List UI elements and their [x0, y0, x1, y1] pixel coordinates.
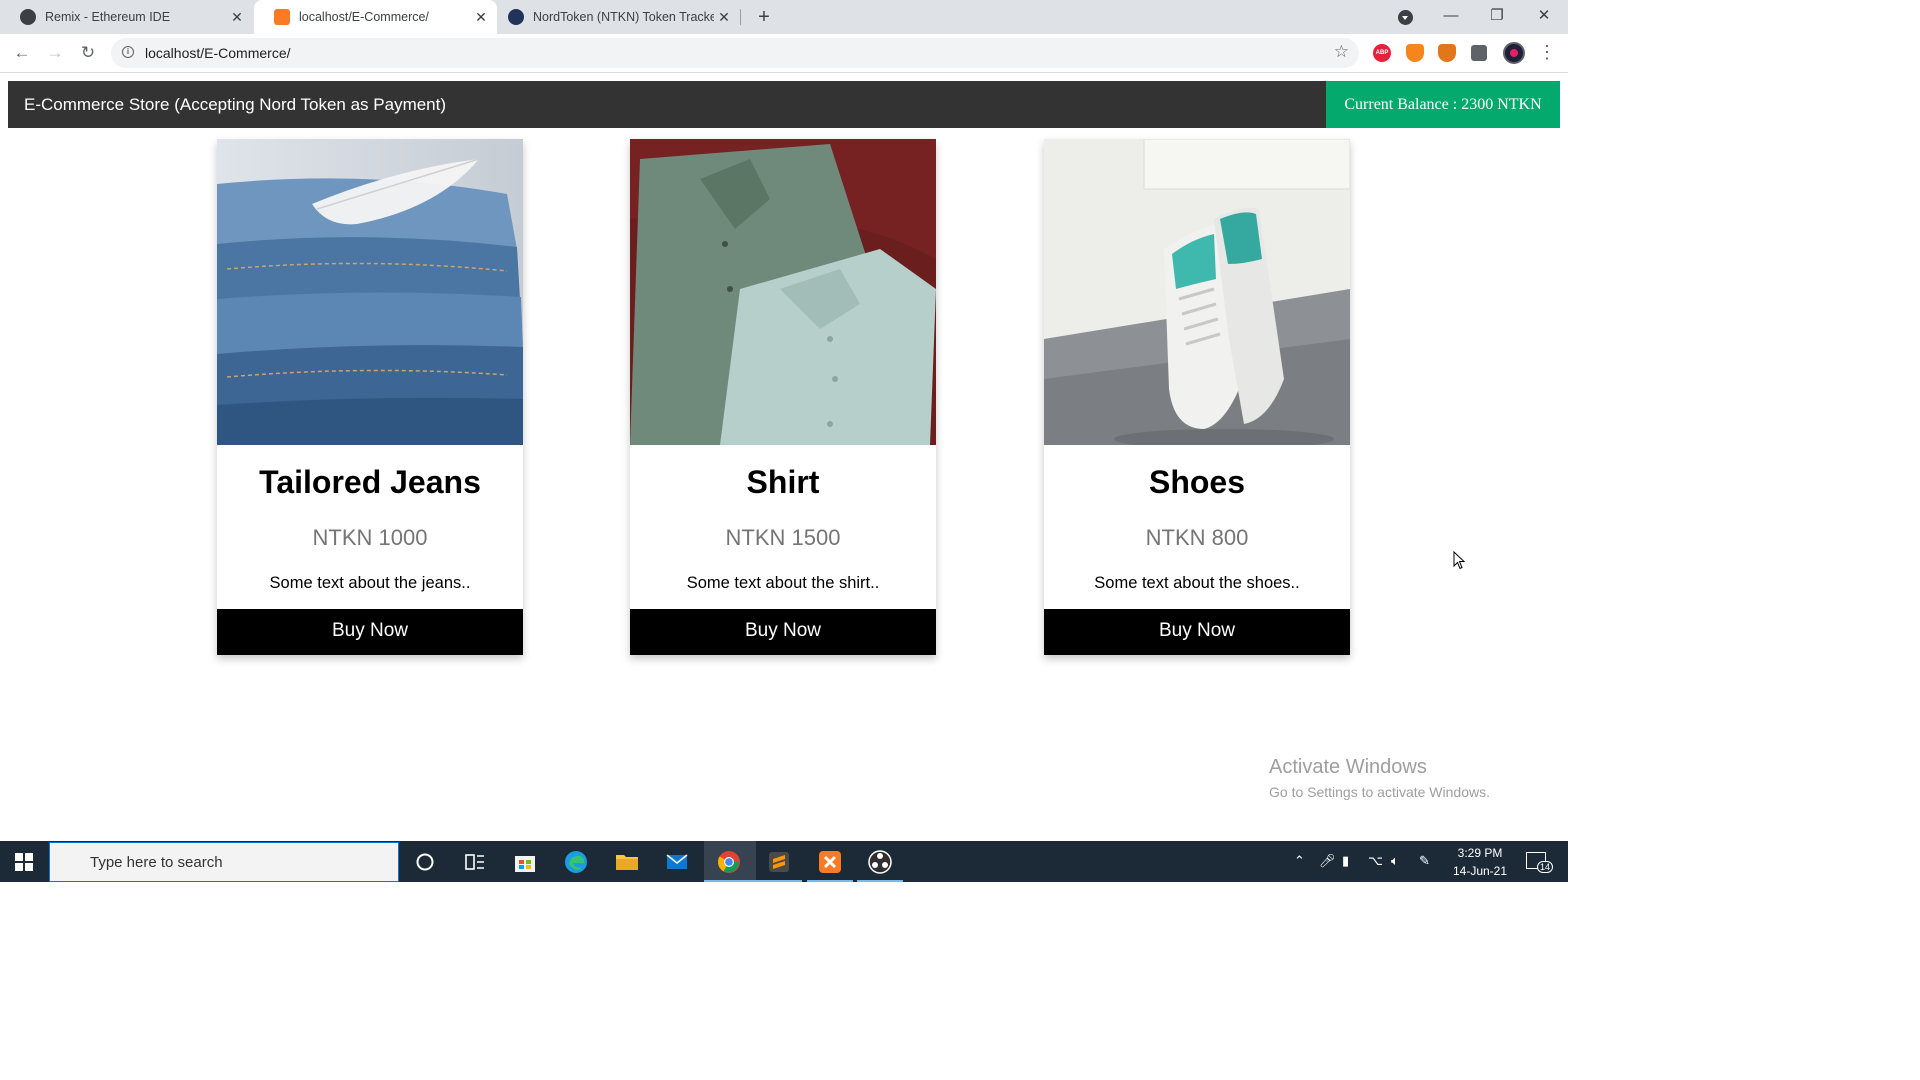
balance-badge: Current Balance : 2300 NTKN — [1326, 81, 1560, 128]
minimize-button[interactable]: — — [1428, 0, 1474, 34]
profile-avatar[interactable] — [1503, 42, 1525, 64]
wifi-icon[interactable]: ⌥ — [1368, 853, 1383, 869]
system-clock[interactable]: 3:29 PM 14-Jun-21 — [1448, 844, 1512, 880]
bookmark-star-icon[interactable]: ☆ — [1334, 42, 1349, 62]
pen-workspace-icon[interactable]: ✎ — [1419, 853, 1430, 869]
mail-icon[interactable] — [664, 849, 690, 875]
product-price: NTKN 1500 — [725, 525, 841, 550]
microphone-icon[interactable]: 🎤︎ — [1319, 853, 1336, 869]
shirt-product-image — [630, 139, 936, 445]
buy-now-button[interactable]: Buy Now — [630, 609, 936, 655]
store-header: E-Commerce Store (Accepting Nord Token a… — [8, 81, 1560, 128]
back-arrow-icon[interactable]: ← — [9, 40, 35, 66]
product-card-shirt: Shirt NTKN 1500 Some text about the shir… — [630, 139, 936, 655]
task-view-icon[interactable] — [462, 849, 488, 875]
xampp-icon[interactable] — [817, 849, 843, 875]
tab-title: Remix - Ethereum IDE — [45, 10, 171, 24]
product-name: Tailored Jeans — [259, 464, 481, 500]
etherscan-favicon-icon — [508, 9, 524, 25]
more-menu-icon[interactable]: ⋮ — [1537, 42, 1557, 62]
show-hidden-icons-chevron-icon[interactable]: ⌃ — [1294, 853, 1305, 869]
product-description: Some text about the jeans.. — [269, 574, 471, 592]
tab-title: localhost/E-Commerce/ — [299, 10, 429, 24]
watermark-title: Activate Windows — [1269, 756, 1427, 778]
adblock-plus-icon[interactable]: ABP — [1373, 44, 1391, 62]
product-description: Some text about the shirt.. — [686, 574, 880, 592]
watermark-subtitle: Go to Settings to activate Windows. — [1269, 784, 1490, 800]
metamask-fox-icon[interactable] — [1438, 44, 1456, 62]
restore-button[interactable]: ❐ — [1474, 0, 1520, 34]
browser-tab-strip: Remix - Ethereum IDE ✕ localhost/E-Comme… — [0, 0, 1568, 34]
tab-search-icon[interactable] — [1398, 10, 1413, 25]
taskbar-search-box[interactable]: Type here to search — [49, 842, 399, 882]
remix-favicon-icon — [20, 9, 36, 25]
product-description: Some text about the shoes.. — [1094, 574, 1300, 592]
product-card-jeans: Tailored Jeans NTKN 1000 Some text about… — [217, 139, 523, 655]
forward-arrow-icon[interactable]: → — [42, 40, 68, 66]
site-info-icon[interactable]: i — [122, 46, 134, 58]
shoes-product-image — [1044, 139, 1350, 445]
extensions-puzzle-icon[interactable] — [1471, 45, 1487, 61]
chrome-icon[interactable] — [716, 849, 742, 875]
product-name: Shirt — [746, 464, 820, 500]
close-tab-icon[interactable]: ✕ — [714, 9, 734, 26]
close-tab-icon[interactable]: ✕ — [471, 9, 491, 26]
new-tab-button[interactable]: + — [752, 5, 776, 29]
microsoft-store-icon[interactable] — [512, 849, 538, 875]
clock-date: 14-Jun-21 — [1452, 864, 1508, 878]
metamask-fox-icon[interactable] — [1406, 44, 1424, 62]
edge-browser-icon[interactable] — [563, 849, 589, 875]
tab-ecommerce[interactable]: localhost/E-Commerce/ ✕ — [254, 0, 497, 34]
cortana-icon[interactable] — [412, 849, 438, 875]
active-app-underline — [704, 880, 756, 882]
tab-remix[interactable]: Remix - Ethereum IDE ✕ — [0, 0, 253, 34]
tab-separator — [740, 9, 741, 25]
file-explorer-icon[interactable] — [614, 849, 640, 875]
product-price: NTKN 800 — [1145, 525, 1249, 550]
buy-now-button[interactable]: Buy Now — [217, 609, 523, 655]
xampp-favicon-icon — [274, 9, 290, 25]
reload-icon[interactable]: ↻ — [75, 40, 101, 66]
jeans-product-image — [217, 139, 523, 445]
battery-icon[interactable]: ▮ — [1342, 853, 1349, 869]
clock-time: 3:29 PM — [1457, 846, 1503, 860]
running-app-underline — [756, 880, 802, 882]
product-price: NTKN 1000 — [312, 525, 428, 550]
volume-icon[interactable]: 🔈︎ — [1391, 853, 1399, 869]
address-bar[interactable]: i localhost/E-Commerce/ ☆ — [111, 38, 1359, 68]
sublime-text-icon[interactable] — [766, 849, 792, 875]
notification-center-icon[interactable]: 14 — [1526, 852, 1554, 873]
running-app-underline — [857, 880, 903, 882]
store-title: E-Commerce Store (Accepting Nord Token a… — [24, 95, 447, 114]
activate-windows-watermark: Activate Windows Go to Settings to activ… — [1269, 756, 1490, 800]
running-app-underline — [807, 880, 853, 882]
product-card-shoes: Shoes NTKN 800 Some text about the shoes… — [1044, 139, 1350, 655]
windows-start-icon[interactable] — [15, 853, 33, 871]
url-text[interactable]: localhost/E-Commerce/ — [145, 45, 291, 61]
page-viewport: E-Commerce Store (Accepting Nord Token a… — [0, 73, 1568, 841]
buy-now-button[interactable]: Buy Now — [1044, 609, 1350, 655]
notification-count: 14 — [1537, 861, 1554, 873]
browser-toolbar: ← → ↻ i localhost/E-Commerce/ ☆ ABP ⋮ — [0, 34, 1568, 73]
tab-title: NordToken (NTKN) Token Tracker — [533, 10, 714, 24]
obs-studio-icon[interactable] — [867, 849, 893, 875]
product-name: Shoes — [1148, 464, 1246, 500]
close-window-button[interactable]: ✕ — [1521, 0, 1567, 34]
close-tab-icon[interactable]: ✕ — [227, 9, 247, 26]
tab-nordtoken[interactable]: NordToken (NTKN) Token Tracker ✕ — [498, 0, 740, 34]
windows-taskbar: Type here to search ⌃ 🎤︎ ▮ ⌥ 🔈︎ ✎ 3:29 P… — [0, 841, 1568, 882]
search-placeholder[interactable]: Type here to search — [90, 854, 223, 871]
mouse-cursor-icon — [1453, 551, 1465, 570]
